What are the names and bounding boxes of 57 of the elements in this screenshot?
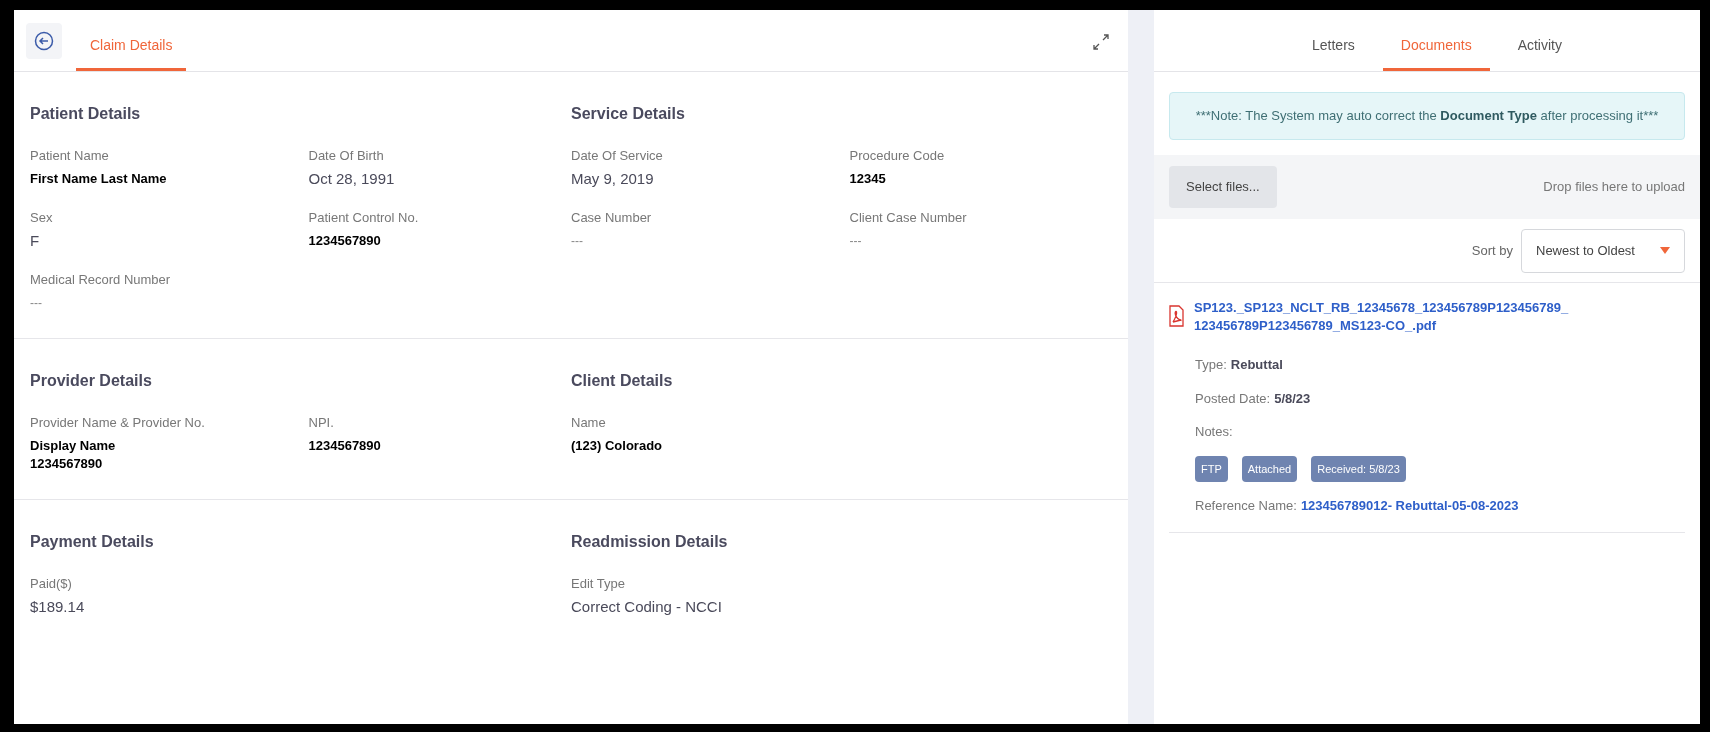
tag: Attached xyxy=(1241,455,1298,482)
field-value: --- xyxy=(571,233,584,250)
field-label: Date Of Service xyxy=(571,147,664,165)
field-value: 1234567890 xyxy=(308,437,382,455)
type-value: Rebuttal xyxy=(1230,356,1283,374)
field-value: $189.14 xyxy=(30,598,86,616)
field-label: Patient Control No. xyxy=(308,209,420,227)
field-label: NPI. xyxy=(308,414,335,432)
sort-dropdown[interactable]: Newest to Oldest xyxy=(1521,228,1685,273)
type-label: Type: xyxy=(1195,356,1227,374)
field-value: --- xyxy=(30,295,43,312)
field-label: Provider Name & Provider No. xyxy=(30,414,206,432)
field-label: Name xyxy=(571,414,607,432)
expand-icon[interactable] xyxy=(1092,33,1110,51)
tag: Received: 5/8/23 xyxy=(1311,455,1406,482)
file-link[interactable]: SP123._SP123_NCLT_RB_12345678_123456789P123456789_ 123456789P123456789_MS123-CO_.pdf xyxy=(1194,299,1569,335)
field-label: Medical Record Number xyxy=(30,271,172,289)
field-label: Edit Type xyxy=(571,575,626,593)
pdf-file-icon xyxy=(1169,305,1184,327)
drop-hint: Drop files here to upload xyxy=(1543,178,1685,197)
field-label: Patient Name xyxy=(30,147,110,165)
field-label: Date Of Birth xyxy=(308,147,385,165)
field-value: May 9, 2019 xyxy=(571,170,655,188)
panel-tab[interactable]: Letters xyxy=(1294,23,1373,71)
field-value: (123) Colorado xyxy=(571,437,663,455)
upload-zone[interactable]: Select files... Drop files here to upload xyxy=(1154,155,1700,219)
field-value: First Name Last Name xyxy=(30,170,168,188)
field-label: Client Case Number xyxy=(849,209,968,227)
field-value: 12345 xyxy=(849,170,887,188)
section-title: Service Details xyxy=(571,104,686,124)
field-value: Correct Coding - NCCI xyxy=(571,598,723,616)
posted-date-value: 5/8/23 xyxy=(1274,389,1311,408)
field-value: Display Name 1234567890 xyxy=(30,437,117,473)
field-label: Paid($) xyxy=(30,575,73,593)
posted-date-label: Posted Date: xyxy=(1195,389,1271,408)
field-label: Procedure Code xyxy=(849,147,946,165)
note-text: ***Note: The System may auto correct the Document Type after processing it*** xyxy=(1195,107,1659,126)
field-value: --- xyxy=(849,233,863,250)
panel-tab[interactable]: Activity xyxy=(1499,23,1580,71)
reference-link[interactable]: 123456789012- Rebuttal-05-08-2023 xyxy=(1300,496,1519,516)
tag: FTP xyxy=(1195,455,1228,482)
select-files-button[interactable]: Select files... xyxy=(1169,166,1277,208)
section-title: Readmission Details xyxy=(571,532,729,552)
section-title: Patient Details xyxy=(30,104,142,124)
section-title: Payment Details xyxy=(30,532,155,552)
back-button[interactable] xyxy=(26,23,62,59)
field-value: 1234567890 xyxy=(308,232,382,250)
reference-label: Reference Name: xyxy=(1195,497,1297,515)
section-title: Provider Details xyxy=(30,371,153,391)
field-value: Oct 28, 1991 xyxy=(308,170,396,188)
field-label: Sex xyxy=(30,209,54,227)
section-title: Client Details xyxy=(571,371,674,391)
sort-label: Sort by xyxy=(1471,241,1513,260)
field-label: Case Number xyxy=(571,209,653,227)
field-value: F xyxy=(30,232,41,250)
notes-label: Notes: xyxy=(1195,423,1234,441)
caret-icon xyxy=(1660,247,1670,254)
